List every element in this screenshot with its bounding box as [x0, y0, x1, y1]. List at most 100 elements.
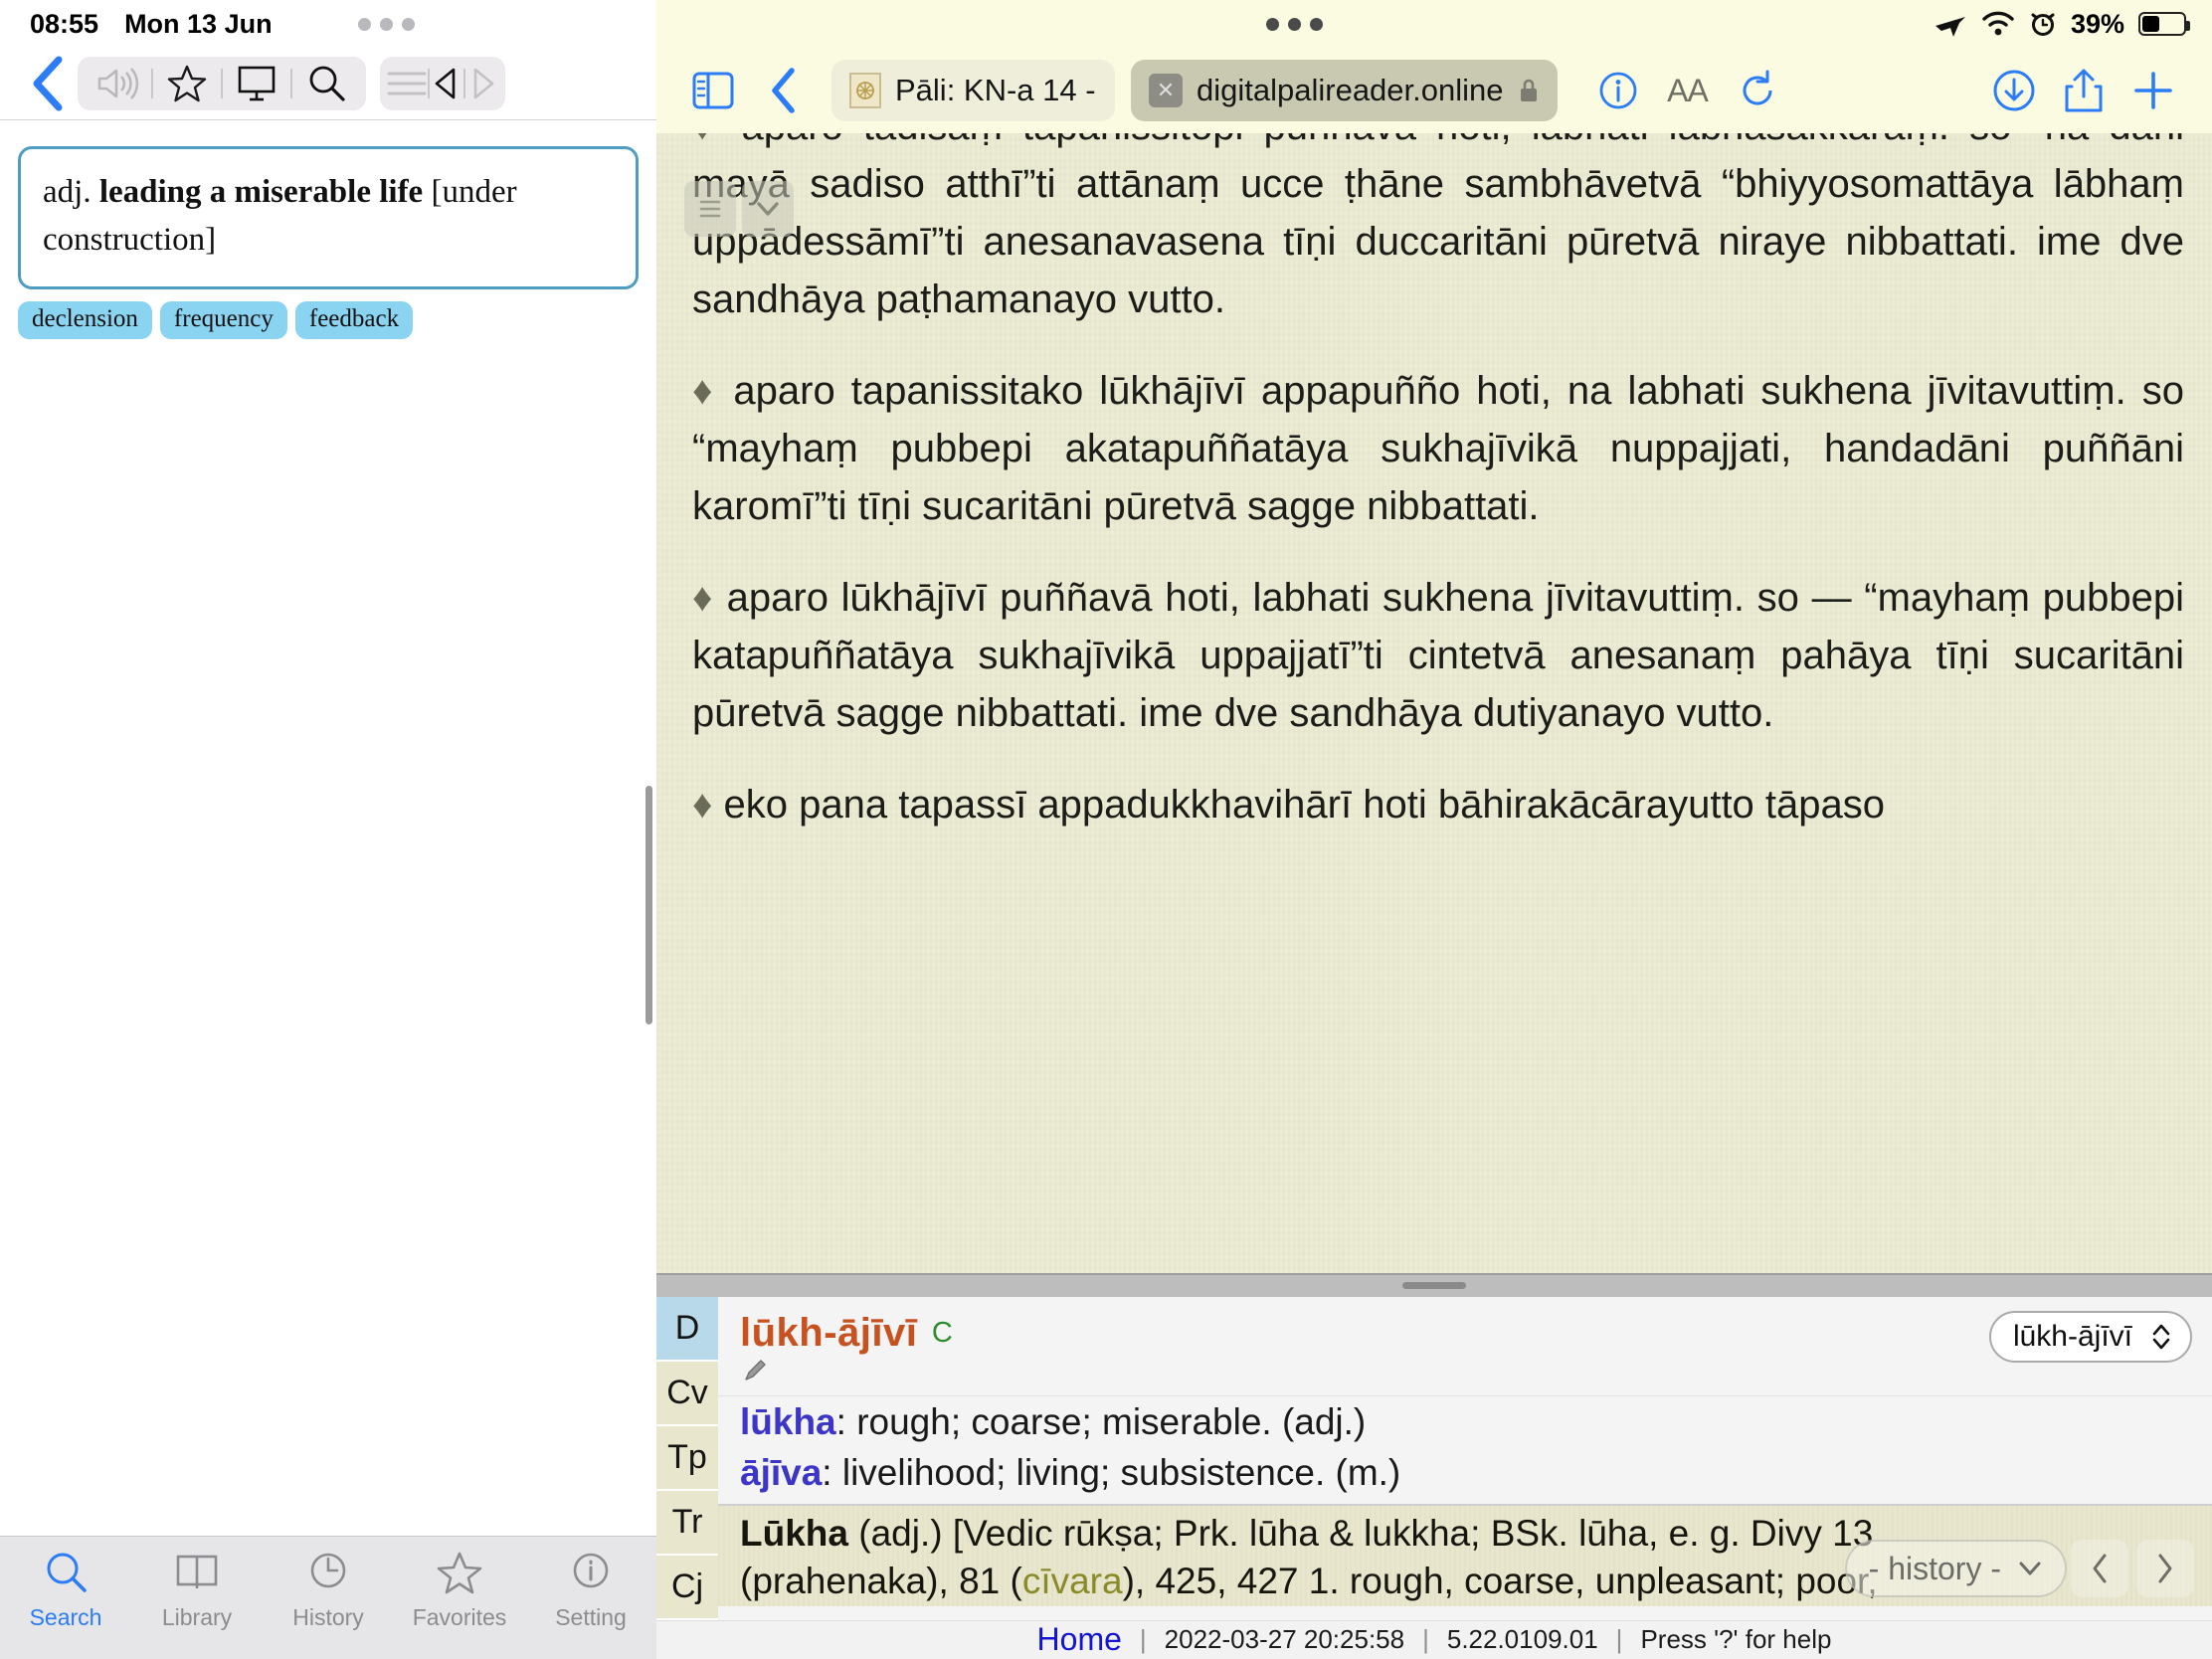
tab-favorites[interactable]: Favorites — [394, 1549, 525, 1631]
entry-body-blank — [0, 339, 656, 1536]
browser-tab-dpr[interactable]: ✕ digitalpalireader.online — [1131, 60, 1558, 121]
dictionary-side-tabs: D Cv Tp Tr Cj — [656, 1296, 718, 1620]
dictionary-drawer: D Cv Tp Tr Cj lūkh-ājīvī C lūkh-ājīvī lū… — [656, 1273, 2212, 1659]
next-icon[interactable] — [465, 67, 499, 100]
dict-tab-cv[interactable]: Cv — [656, 1362, 718, 1426]
footer-divider: | — [1615, 1624, 1623, 1655]
status-time: 08:55 — [30, 8, 99, 39]
list-icon[interactable] — [386, 69, 428, 98]
tab-library[interactable]: Library — [131, 1549, 263, 1631]
drawer-grabber[interactable] — [1402, 1282, 1466, 1290]
tag-feedback[interactable]: feedback — [294, 300, 414, 340]
history-prev-button[interactable] — [2071, 1540, 2128, 1597]
safari-toolbar: Pāli: KN-a 14 - [ ✕ digitalpalireader.on… — [656, 48, 2212, 133]
browser-tab-dpr-title: digitalpalireader.online — [1197, 73, 1504, 107]
browser-back-button[interactable] — [748, 56, 818, 125]
web-page-content: ♦ aparo tādisaṃ tapanissitopi puññavā ho… — [656, 133, 2212, 1659]
pts-headword: Lūkha — [740, 1513, 848, 1555]
page-info-icon[interactable] — [1583, 56, 1653, 125]
dictionary-footer: Home | 2022-03-27 20:25:58 | 5.22.0109.0… — [656, 1619, 2212, 1659]
history-dropdown[interactable]: - history - — [1844, 1540, 2067, 1597]
tab-history-label: History — [292, 1604, 364, 1630]
back-button[interactable] — [14, 56, 78, 111]
plus-icon[interactable] — [2119, 56, 2188, 125]
ios-status-bar: 08:55 Mon 13 Jun — [0, 0, 656, 48]
paragraph-bullet: ♦ — [692, 783, 713, 827]
pts-entry-civara-link[interactable]: cīvara — [1022, 1561, 1123, 1601]
tab-library-label: Library — [161, 1604, 233, 1630]
bottom-tab-bar: Search Library History Favorites Setting — [0, 1536, 656, 1659]
download-icon[interactable] — [1979, 56, 2049, 125]
pts-entry-line-2a: (prahenaka), 81 ( — [740, 1561, 1022, 1602]
tab-favorites-label: Favorites — [412, 1604, 507, 1630]
tab-history[interactable]: History — [263, 1549, 394, 1631]
browser-tab-pali-title: Pāli: KN-a 14 - [ — [895, 73, 1097, 107]
search-icon[interactable] — [292, 57, 360, 110]
tab-setting[interactable]: Setting — [525, 1549, 656, 1631]
headword-select[interactable]: lūkh-ājīvī — [1988, 1310, 2192, 1363]
footer-divider: | — [1139, 1624, 1147, 1655]
pali-paragraph-4: ♦ eko pana tapassī appadukkhavihārī hoti… — [684, 776, 2184, 833]
dict-tab-d[interactable]: D — [656, 1296, 718, 1362]
dictionary-c-marker[interactable]: C — [932, 1317, 953, 1349]
multitask-dots-icon[interactable] — [357, 17, 415, 31]
text-size-label: AA — [1667, 72, 1709, 108]
menu-icon[interactable] — [684, 181, 736, 237]
history-nav-buttons — [2071, 1540, 2194, 1597]
paragraph-bullet: ♦ — [692, 576, 714, 620]
wifi-icon — [1981, 11, 2015, 37]
dictionary-entry-card[interactable]: adj. leading a miserable life [under con… — [18, 146, 639, 289]
browser-tab-pali[interactable]: Pāli: KN-a 14 - [ — [831, 60, 1115, 121]
dharma-wheel-icon — [849, 73, 881, 108]
tab-setting-label: Setting — [555, 1604, 627, 1630]
sidebar-icon[interactable] — [678, 56, 748, 125]
scrollbar-thumb[interactable] — [645, 786, 652, 1024]
toolbar-segment-group-2 — [380, 57, 505, 110]
pali-paragraph-2-text: aparo tapanissitako lūkhājīvī appapuñño … — [692, 369, 2184, 528]
tag-declension[interactable]: declension — [18, 300, 152, 340]
close-icon[interactable]: ✕ — [1149, 74, 1183, 107]
status-right-group: 39% — [1934, 9, 2190, 40]
dict-tab-tr[interactable]: Tr — [656, 1491, 718, 1556]
chevron-down-icon[interactable] — [742, 181, 794, 237]
tag-frequency[interactable]: frequency — [159, 300, 287, 340]
drawer-grabber-row[interactable] — [656, 1275, 2212, 1297]
multitask-dots-icon[interactable] — [1266, 17, 1324, 31]
share-icon[interactable] — [2049, 56, 2119, 125]
reload-icon[interactable] — [1723, 56, 1792, 125]
toolbar-segment-group — [78, 57, 366, 110]
dictionary-entry-lukha: lūkha: rough; coarse; miserable. (adj.) — [718, 1395, 2212, 1448]
dictionary-term-ajiva[interactable]: ājīva — [740, 1452, 822, 1493]
footer-version: 5.22.0109.01 — [1446, 1624, 1598, 1655]
star-icon[interactable] — [153, 57, 221, 110]
display-icon[interactable] — [223, 57, 290, 110]
dict-tab-tp[interactable]: Tp — [656, 1426, 718, 1491]
chevron-updown-icon — [2152, 1324, 2170, 1349]
speaker-icon[interactable] — [84, 57, 151, 110]
pali-paragraph-1-text: aparo tādisaṃ tapanissitopi puññavā hoti… — [692, 133, 2184, 321]
app-toolbar — [0, 48, 656, 119]
dict-tab-cj[interactable]: Cj — [656, 1556, 718, 1620]
entry-gloss: leading a miserable life — [98, 174, 424, 210]
dictionary-term-lukha[interactable]: lūkha — [740, 1401, 836, 1442]
history-dropdown-label: - history - — [1868, 1550, 2001, 1586]
dictionary-gloss-ajiva: : livelihood; living; subsistence. (m.) — [822, 1452, 1401, 1494]
tab-search[interactable]: Search — [0, 1549, 131, 1631]
history-next-button[interactable] — [2136, 1540, 2194, 1597]
entry-definition: adj. leading a miserable life [under con… — [43, 169, 614, 265]
text-size-button[interactable]: AA — [1653, 56, 1723, 125]
footer-help-hint: Press '?' for help — [1640, 1624, 1832, 1655]
dictionary-headword: lūkh-ājīvī — [740, 1310, 918, 1355]
alarm-icon — [2029, 10, 2057, 38]
safari-status-bar: 39% — [656, 0, 2212, 48]
prev-icon[interactable] — [430, 67, 463, 100]
pencil-icon[interactable] — [740, 1356, 2190, 1385]
headword-select-value: lūkh-ājīvī — [2012, 1319, 2132, 1353]
pali-paragraph-1: ♦ aparo tādisaṃ tapanissitopi puññavā ho… — [684, 133, 2184, 328]
toolbar-divider — [0, 119, 656, 120]
entry-pos: adj. — [43, 174, 92, 210]
battery-icon — [2137, 12, 2190, 36]
chevron-down-icon — [2019, 1562, 2041, 1575]
dictionary-entry-ajiva: ājīva: livelihood; living; subsistence. … — [718, 1447, 2212, 1499]
footer-home-link[interactable]: Home — [1037, 1621, 1122, 1658]
